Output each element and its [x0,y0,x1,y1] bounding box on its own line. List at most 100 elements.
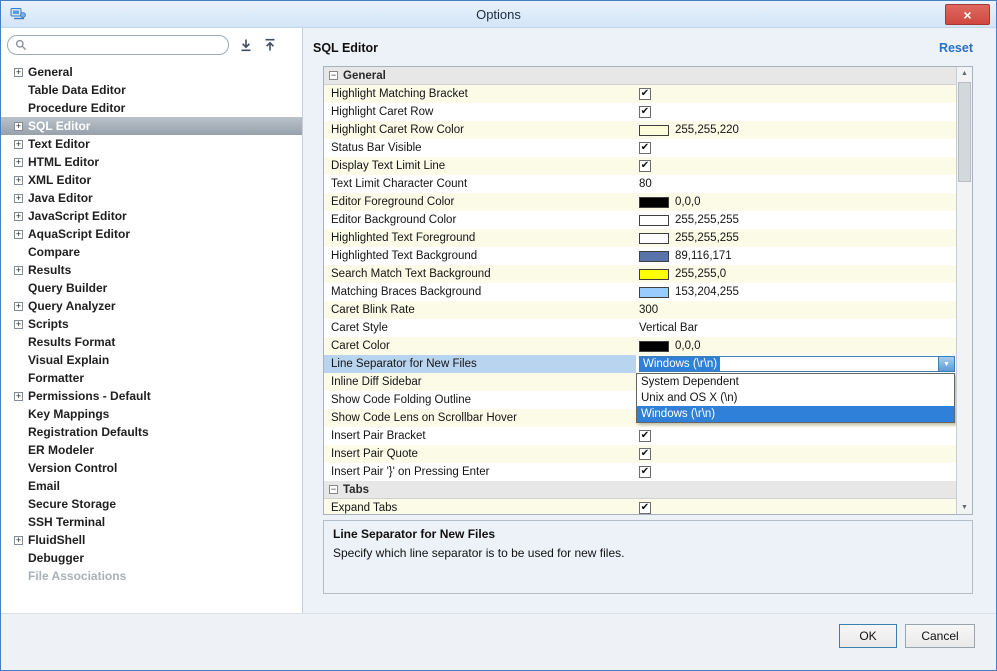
cancel-button[interactable]: Cancel [905,624,975,648]
prop-value[interactable]: ✔ [636,463,956,481]
checkbox-checked[interactable]: ✔ [639,142,651,154]
tree-item-compare[interactable]: Compare [1,243,302,261]
prop-value[interactable]: 153,204,255 [636,283,956,301]
dropdown-option-unix-and-os-x-n[interactable]: Unix and OS X (\n) [637,390,954,406]
tree-item-general[interactable]: +General [1,63,302,81]
tree-item-er-modeler[interactable]: ER Modeler [1,441,302,459]
tree-item-query-analyzer[interactable]: +Query Analyzer [1,297,302,315]
prop-value[interactable]: 300 [636,301,956,319]
tree-item-formatter[interactable]: Formatter [1,369,302,387]
tree-item-javascript-editor[interactable]: +JavaScript Editor [1,207,302,225]
checkbox-checked[interactable]: ✔ [639,106,651,118]
prop-row-insert-pair-on-pressing-enter[interactable]: Insert Pair '}' on Pressing Enter✔ [324,463,956,481]
expand-icon[interactable]: + [14,230,23,239]
expand-icon[interactable]: + [14,320,23,329]
tree-item-results[interactable]: +Results [1,261,302,279]
prop-row-search-match-text-background[interactable]: Search Match Text Background255,255,0 [324,265,956,283]
prop-row-caret-blink-rate[interactable]: Caret Blink Rate300 [324,301,956,319]
tree-item-fluidshell[interactable]: +FluidShell [1,531,302,549]
color-swatch[interactable] [639,125,669,136]
tree-item-results-format[interactable]: Results Format [1,333,302,351]
prop-value[interactable]: ✔ [636,103,956,121]
expand-icon[interactable]: + [14,302,23,311]
collapse-all-icon[interactable] [263,38,277,52]
checkbox-checked[interactable]: ✔ [639,430,651,442]
expand-icon[interactable]: + [14,266,23,275]
prop-row-caret-color[interactable]: Caret Color0,0,0 [324,337,956,355]
tree-item-table-data-editor[interactable]: Table Data Editor [1,81,302,99]
dropdown-option-system-dependent[interactable]: System Dependent [637,374,954,390]
tree-item-xml-editor[interactable]: +XML Editor [1,171,302,189]
checkbox-checked[interactable]: ✔ [639,502,651,514]
color-swatch[interactable] [639,233,669,244]
expand-icon[interactable]: + [14,194,23,203]
prop-value[interactable]: ✔ [636,157,956,175]
expand-icon[interactable]: + [14,392,23,401]
expand-icon[interactable]: + [14,68,23,77]
prop-row-highlighted-text-foreground[interactable]: Highlighted Text Foreground255,255,255 [324,229,956,247]
prop-value[interactable]: ✔ [636,427,956,445]
prop-row-highlighted-text-background[interactable]: Highlighted Text Background89,116,171 [324,247,956,265]
combobox-dropdown-button[interactable]: ▼ [938,357,954,371]
reset-link[interactable]: Reset [939,41,973,55]
group-header-general[interactable]: −General [324,67,956,85]
prop-row-highlight-matching-bracket[interactable]: Highlight Matching Bracket✔ [324,85,956,103]
color-swatch[interactable] [639,287,669,298]
search-box[interactable] [7,35,229,55]
scroll-down-icon[interactable]: ▼ [957,504,972,511]
dropdown-option-windows-r-n[interactable]: Windows (\r\n) [637,406,954,422]
tree-item-version-control[interactable]: Version Control [1,459,302,477]
prop-row-line-separator-for-new-files[interactable]: Line Separator for New FilesWindows (\r\… [324,355,956,373]
color-swatch[interactable] [639,341,669,352]
tree-item-scripts[interactable]: +Scripts [1,315,302,333]
prop-row-display-text-limit-line[interactable]: Display Text Limit Line✔ [324,157,956,175]
tree-item-sql-editor[interactable]: +SQL Editor [1,117,302,135]
prop-value[interactable]: 0,0,0 [636,337,956,355]
tree-item-java-editor[interactable]: +Java Editor [1,189,302,207]
color-swatch[interactable] [639,251,669,262]
checkbox-checked[interactable]: ✔ [639,88,651,100]
tree-item-permissions-default[interactable]: +Permissions - Default [1,387,302,405]
prop-row-caret-style[interactable]: Caret StyleVertical Bar [324,319,956,337]
checkbox-checked[interactable]: ✔ [639,160,651,172]
tree-item-query-builder[interactable]: Query Builder [1,279,302,297]
ok-button[interactable]: OK [839,624,897,648]
tree-item-registration-defaults[interactable]: Registration Defaults [1,423,302,441]
prop-value[interactable]: 255,255,220 [636,121,956,139]
tree-item-procedure-editor[interactable]: Procedure Editor [1,99,302,117]
tree-item-ssh-terminal[interactable]: SSH Terminal [1,513,302,531]
expand-icon[interactable]: + [14,212,23,221]
color-swatch[interactable] [639,215,669,226]
checkbox-checked[interactable]: ✔ [639,448,651,460]
expand-icon[interactable]: + [14,536,23,545]
tree-item-secure-storage[interactable]: Secure Storage [1,495,302,513]
prop-row-expand-tabs[interactable]: Expand Tabs✔ [324,499,956,514]
tree-item-visual-explain[interactable]: Visual Explain [1,351,302,369]
tree-item-aquascript-editor[interactable]: +AquaScript Editor [1,225,302,243]
prop-value[interactable]: ✔ [636,139,956,157]
prop-value[interactable]: 255,255,255 [636,229,956,247]
tree-item-file-associations[interactable]: File Associations [1,567,302,585]
collapse-icon[interactable]: − [329,71,338,80]
expand-all-icon[interactable] [239,38,253,52]
prop-row-text-limit-character-count[interactable]: Text Limit Character Count80 [324,175,956,193]
checkbox-checked[interactable]: ✔ [639,466,651,478]
expand-icon[interactable]: + [14,176,23,185]
prop-row-editor-background-color[interactable]: Editor Background Color255,255,255 [324,211,956,229]
line-separator-for-new-files-combobox[interactable]: Windows (\r\n)▼ [639,356,955,372]
titlebar[interactable]: Options × [1,1,996,28]
search-input[interactable] [31,38,221,52]
prop-value[interactable]: ✔ [636,85,956,103]
prop-value[interactable]: Windows (\r\n)▼ [636,355,956,373]
prop-value[interactable]: 255,255,255 [636,211,956,229]
scroll-up-icon[interactable]: ▲ [957,70,972,77]
prop-row-highlight-caret-row[interactable]: Highlight Caret Row✔ [324,103,956,121]
scrollbar-thumb[interactable] [958,82,971,182]
tree-item-text-editor[interactable]: +Text Editor [1,135,302,153]
close-button[interactable]: × [945,4,990,25]
tree-item-email[interactable]: Email [1,477,302,495]
prop-value[interactable]: 80 [636,175,956,193]
color-swatch[interactable] [639,269,669,280]
tree-item-html-editor[interactable]: +HTML Editor [1,153,302,171]
tree-item-key-mappings[interactable]: Key Mappings [1,405,302,423]
